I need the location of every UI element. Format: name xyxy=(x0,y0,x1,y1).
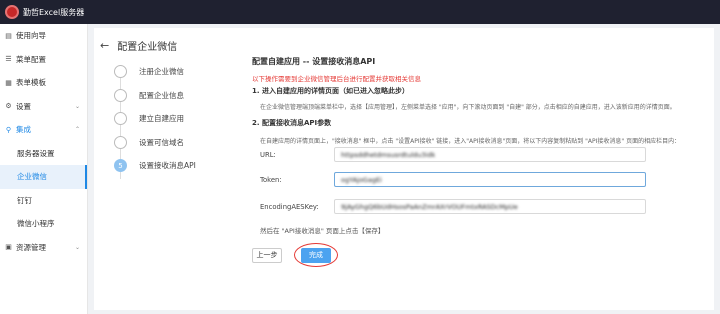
chevron-down-icon: ⌄ xyxy=(74,243,80,251)
sidebar-item-label: 企业微信 xyxy=(17,172,47,182)
finish-button[interactable]: 完成 xyxy=(301,247,331,263)
step-label: 设置接收消息API xyxy=(139,161,196,171)
form-title: 配置自建应用 -- 设置接收消息API xyxy=(252,57,376,66)
aes-key-value: 9jAyGhgQ6bUdHsosPaAnZmrAXrVOUFmtxRASDcMp… xyxy=(341,202,518,211)
token-value: ogYAjoGagEi xyxy=(341,175,382,184)
token-field[interactable]: ogYAjoGagEi xyxy=(334,172,646,187)
top-bar: 勤哲Excel服务器 xyxy=(0,0,720,24)
save-instruction: 然后在 "API接收消息" 页面上点击【保存】 xyxy=(260,227,385,235)
sidebar-item-dingtalk[interactable]: 钉钉 xyxy=(0,189,87,213)
back-arrow-icon[interactable]: ← xyxy=(100,39,109,52)
url-label: URL: xyxy=(260,150,276,159)
sidebar-item-label: 微信小程序 xyxy=(17,219,55,229)
chevron-down-icon: ⌄ xyxy=(74,102,80,110)
section-note-1: 在企业微信管理端顶端菜单栏中，选择【应用管理】，左侧菜单选择 "应用"，向下滚动… xyxy=(260,104,676,111)
step-dot xyxy=(114,112,127,126)
aes-key-field[interactable]: 9jAyGhgQ6bUdHsosPaAnZmrAXrVOUFmtxRASDcMp… xyxy=(334,199,646,214)
step-item-current[interactable]: 5 设置接收消息API xyxy=(114,154,234,178)
step-item[interactable]: 注册企业微信 xyxy=(114,60,234,84)
warning-text: 以下操作需要到企业微信管理后台进行配置并获取相关信息 xyxy=(252,75,421,83)
form-actions: 上一步 完成 xyxy=(252,243,712,267)
url-value: httpsddhetdmsusrdtuldu3idk xyxy=(341,150,436,159)
step-item[interactable]: 建立自建应用 xyxy=(114,107,234,131)
step-number: 5 xyxy=(114,159,127,173)
sidebar-item-resource-management[interactable]: ▣ 资源管理 ⌄ xyxy=(0,236,87,260)
sidebar-item-label: 设置 xyxy=(16,101,31,111)
main-content: ← 配置企业微信 注册企业微信 配置企业信息 建立自建应用 设置可信域名 5 设… xyxy=(88,24,720,314)
gear-icon: ⚙ xyxy=(5,102,12,111)
step-dot xyxy=(114,135,127,149)
step-label: 建立自建应用 xyxy=(139,114,184,124)
page-title: 配置企业微信 xyxy=(117,42,178,53)
config-card: ← 配置企业微信 注册企业微信 配置企业信息 建立自建应用 设置可信域名 5 设… xyxy=(94,28,714,310)
sidebar-item-menu-config[interactable]: ☰ 菜单配置 xyxy=(0,48,87,72)
previous-step-button[interactable]: 上一步 xyxy=(252,247,282,263)
sidebar-item-label: 资源管理 xyxy=(16,242,46,252)
sidebar-item-settings[interactable]: ⚙ 设置 ⌄ xyxy=(0,95,87,119)
sidebar: ▤ 使用向导 ☰ 菜单配置 ▦ 表单模板 ⚙ 设置 ⌄ ⚲ 集成 ⌃ 服务器设置… xyxy=(0,24,88,314)
url-field[interactable]: httpsddhetdmsusrdtuldu3idk xyxy=(334,147,646,162)
app-title: 勤哲Excel服务器 xyxy=(23,7,85,17)
link-icon: ⚲ xyxy=(5,125,12,134)
sidebar-item-label: 菜单配置 xyxy=(16,54,46,64)
aes-key-row: EncodingAESKey: 9jAyGhgQ6bUdHsosPaAnZmrA… xyxy=(252,199,712,214)
token-label: Token: xyxy=(260,175,282,184)
sidebar-item-label: 表单模板 xyxy=(16,78,46,88)
token-row: Token: ogYAjoGagEi xyxy=(252,172,712,187)
file-icon: ▤ xyxy=(5,31,12,40)
step-label: 注册企业微信 xyxy=(139,67,184,77)
sidebar-item-label: 集成 xyxy=(16,125,31,135)
step-dot xyxy=(114,88,127,102)
page-header: ← 配置企业微信 xyxy=(100,38,177,53)
sidebar-item-server-settings[interactable]: 服务器设置 xyxy=(0,142,87,166)
app-logo-icon xyxy=(5,5,19,19)
step-label: 配置企业信息 xyxy=(139,90,184,100)
section-heading-1: 1. 进入自建应用的详情页面（如已进入忽略此步） xyxy=(252,87,409,95)
list-icon: ☰ xyxy=(5,55,12,64)
api-config-form: 配置自建应用 -- 设置接收消息API 以下操作需要到企业微信管理后台进行配置并… xyxy=(252,56,712,267)
folder-icon: ▣ xyxy=(5,243,12,252)
step-item[interactable]: 设置可信域名 xyxy=(114,131,234,155)
step-label: 设置可信域名 xyxy=(139,137,184,147)
sidebar-item-wechat-miniprogram[interactable]: 微信小程序 xyxy=(0,212,87,236)
step-list: 注册企业微信 配置企业信息 建立自建应用 设置可信域名 5 设置接收消息API xyxy=(114,60,234,179)
red-circle-highlight: 完成 xyxy=(294,243,338,267)
sidebar-item-guide[interactable]: ▤ 使用向导 xyxy=(0,24,87,48)
sidebar-item-label: 使用向导 xyxy=(16,31,46,41)
step-dot xyxy=(114,65,127,79)
sidebar-item-wecom[interactable]: 企业微信 xyxy=(0,165,87,189)
chevron-up-icon: ⌃ xyxy=(74,126,80,134)
section-heading-2: 2. 配置接收消息API参数 xyxy=(252,119,332,127)
step-item[interactable]: 配置企业信息 xyxy=(114,84,234,108)
section-note-2: 在自建应用的详情页面上，"接收消息" 框中，点击 "设置API接收" 链接，进入… xyxy=(260,138,681,145)
url-row: URL: httpsddhetdmsusrdtuldu3idk xyxy=(252,147,712,162)
sidebar-item-form-template[interactable]: ▦ 表单模板 xyxy=(0,71,87,95)
table-icon: ▦ xyxy=(5,78,12,87)
sidebar-item-label: 钉钉 xyxy=(17,195,32,205)
sidebar-item-integration[interactable]: ⚲ 集成 ⌃ xyxy=(0,118,87,142)
aes-key-label: EncodingAESKey: xyxy=(260,202,319,211)
sidebar-item-label: 服务器设置 xyxy=(17,148,55,158)
